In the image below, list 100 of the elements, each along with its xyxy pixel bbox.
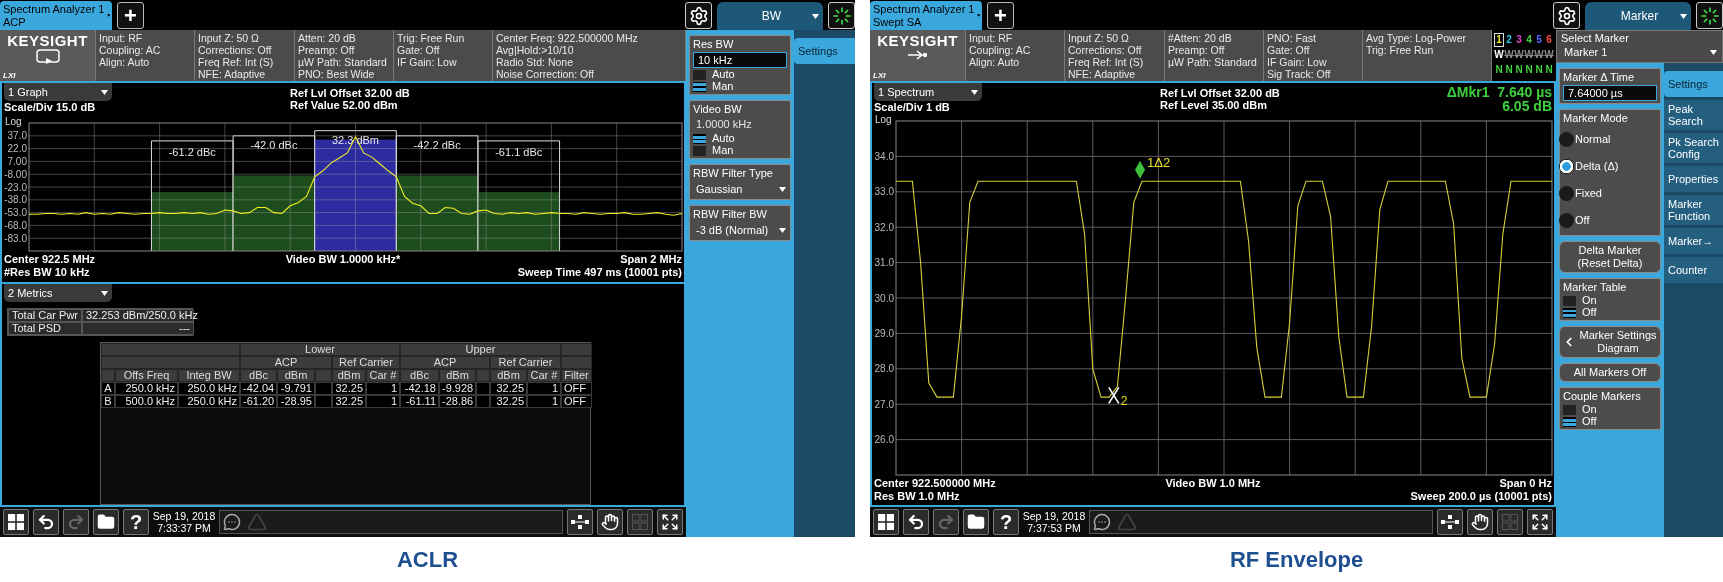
video-bandwidth-label: Video BW 1.0000 kHz* — [285, 253, 401, 266]
table-header-cell: ACP — [400, 356, 490, 369]
touch-button[interactable] — [1467, 509, 1493, 535]
menu-tab[interactable]: Marker Function — [1664, 195, 1723, 225]
view-dropdown[interactable]: 2 Metrics — [4, 284, 112, 302]
row-label: A — [101, 382, 115, 395]
marker-readout: 6.05 dB — [1502, 99, 1552, 113]
help-button[interactable]: ? — [123, 509, 149, 535]
scale-label: Scale/Div 15.0 dB — [4, 101, 97, 113]
start-button[interactable] — [3, 509, 29, 535]
menu-tab[interactable]: Settings — [794, 38, 855, 64]
menu-selector[interactable]: Marker — [1585, 2, 1691, 30]
trace-mode: W — [1544, 48, 1554, 62]
folder-button[interactable] — [93, 509, 119, 535]
toggle-option[interactable]: On — [1563, 404, 1657, 415]
windows-icon — [878, 514, 894, 530]
toggle-option[interactable]: Man — [693, 145, 787, 156]
toggle-option[interactable]: On — [1563, 295, 1657, 306]
setting-text: Coupling: AC — [99, 44, 162, 56]
menu-tab[interactable]: Marker→ — [1664, 228, 1723, 254]
add-tab-button[interactable]: + — [987, 2, 1014, 29]
touch-button[interactable] — [597, 509, 623, 535]
layout-button[interactable] — [567, 509, 593, 535]
trace-number[interactable]: 4 — [1524, 33, 1534, 47]
radio-button[interactable] — [1559, 212, 1574, 228]
help-button[interactable]: ? — [993, 509, 1019, 535]
folder-button[interactable] — [963, 509, 989, 535]
softkey-button[interactable]: Delta Marker (Reset Delta) — [1559, 241, 1661, 273]
sweep-label: Sweep Time 497 ms (10001 pts) — [517, 266, 682, 279]
spinner-icon — [1699, 5, 1720, 26]
settings-button[interactable] — [1553, 2, 1580, 29]
softkey-button[interactable]: Marker Settings Diagram — [1559, 326, 1661, 358]
setting-text: µW Path: Standard — [298, 56, 388, 68]
radio-option[interactable]: Normal — [1559, 126, 1657, 152]
axis-tick-label: 7.00 — [7, 155, 27, 167]
toggle-option[interactable]: Auto — [693, 69, 787, 80]
table-header-cell: Car # — [527, 369, 561, 382]
sweep-label: Sweep 200.0 µs (10001 pts) — [1410, 490, 1552, 503]
table-header-cell: dBm — [439, 369, 476, 382]
status-button[interactable] — [1696, 2, 1723, 29]
metric-name: Total PSD — [8, 322, 82, 335]
table-header-cell: Filter — [561, 369, 592, 382]
radio-button[interactable] — [1559, 131, 1574, 147]
axis-tick-label: 33.0 — [874, 186, 894, 198]
menu-tab[interactable]: Counter — [1664, 257, 1723, 283]
grid-icon — [632, 514, 648, 530]
menu-tab[interactable]: Pk Search Config — [1664, 133, 1723, 163]
layout-icon — [571, 515, 589, 529]
add-tab-button[interactable]: + — [117, 2, 144, 29]
view-dropdown[interactable]: 1 Spectrum — [874, 83, 982, 101]
menu-selector[interactable]: BW — [717, 2, 823, 30]
radio-button[interactable] — [1559, 158, 1574, 174]
table-header-cell: Integ BW — [178, 369, 240, 382]
setting-text: Align: Auto — [99, 56, 151, 68]
dropdown[interactable]: -3 dB (Normal) — [693, 222, 787, 238]
toggle-option[interactable]: Off — [1563, 307, 1657, 318]
select-marker-dropdown[interactable]: Select Marker Marker 1 — [1556, 30, 1723, 63]
start-button[interactable] — [873, 509, 899, 535]
axis-tick-label: -68.0 — [4, 219, 27, 231]
softkey-button[interactable]: All Markers Off — [1559, 363, 1661, 382]
radio-option[interactable]: Delta (Δ) — [1559, 153, 1657, 179]
toggle-option[interactable]: Man — [693, 81, 787, 92]
trace-number[interactable]: 3 — [1514, 33, 1524, 47]
value-field[interactable]: 10 kHz — [693, 52, 787, 68]
dropdown[interactable]: Gaussian — [693, 181, 787, 197]
fullscreen-button[interactable] — [1527, 509, 1553, 535]
status-button[interactable] — [828, 2, 855, 29]
brand-name: KEYSIGHT — [877, 32, 958, 49]
undo-button[interactable] — [33, 509, 59, 535]
menu-tab[interactable]: Peak Search — [1664, 100, 1723, 130]
settings-button[interactable] — [685, 2, 712, 29]
center-frequency-label: Center 922.500000 MHz — [874, 477, 997, 490]
menu-tab[interactable]: Settings — [1664, 71, 1723, 97]
view-dropdown[interactable]: 1 Graph — [4, 83, 112, 101]
fullscreen-button[interactable] — [657, 509, 683, 535]
menu-tab[interactable]: Properties — [1664, 166, 1723, 192]
trace-number[interactable]: 2 — [1504, 33, 1514, 47]
instrument-tab[interactable]: Spectrum Analyzer 1 ACP — [0, 1, 112, 30]
value-field[interactable]: 7.64000 µs — [1563, 85, 1657, 101]
setting-text: Align: Auto — [969, 56, 1021, 68]
axis-tick-label: 22.0 — [7, 143, 27, 155]
radio-button[interactable] — [1559, 185, 1574, 201]
trace-number[interactable]: 1 — [1494, 33, 1504, 47]
table-cell — [315, 382, 332, 395]
layout-button[interactable] — [1437, 509, 1463, 535]
caret-icon — [976, 12, 980, 19]
toggle-option[interactable]: Off — [1563, 416, 1657, 427]
table-header-cell: dBc — [240, 369, 277, 382]
channel-label: -61.2 dBc — [168, 146, 216, 159]
undo-button[interactable] — [903, 509, 929, 535]
toggle-option[interactable]: Auto — [693, 133, 787, 144]
radio-option[interactable]: Off — [1559, 207, 1657, 233]
setting-text: Atten: 20 dB — [298, 32, 357, 44]
trace-number[interactable]: 5 — [1534, 33, 1544, 47]
radio-option[interactable]: Fixed — [1559, 180, 1657, 206]
caret-icon — [812, 12, 819, 20]
instrument-tab[interactable]: Spectrum Analyzer 1 Swept SA — [870, 1, 982, 30]
table-cell: OFF — [561, 395, 592, 408]
control-label: RBW Filter BW — [693, 208, 768, 221]
trace-number[interactable]: 6 — [1544, 33, 1554, 47]
